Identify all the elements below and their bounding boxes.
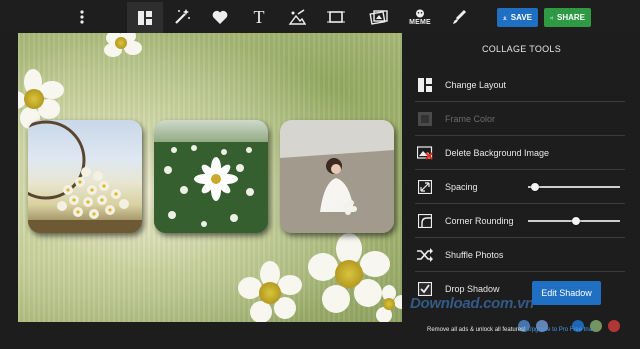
- tool-label: Change Layout: [445, 79, 507, 90]
- pro-link[interactable]: Pro: [559, 327, 568, 333]
- layout-icon: [417, 77, 433, 93]
- magic-wand-icon[interactable]: [168, 4, 196, 30]
- tool-label: Corner Rounding: [445, 215, 514, 226]
- crop-frame-icon[interactable]: [322, 4, 350, 30]
- download-icon: [503, 15, 507, 20]
- tool-label: Shuffle Photos: [445, 249, 504, 260]
- flower-decoration: [100, 33, 144, 59]
- spacing-icon: [417, 179, 433, 195]
- tool-shuffle-photos[interactable]: Shuffle Photos: [415, 238, 625, 272]
- tool-corner-rounding[interactable]: Corner Rounding: [415, 204, 625, 238]
- brush-icon[interactable]: [445, 4, 473, 30]
- collage-photo-daisy-field[interactable]: [154, 120, 268, 233]
- top-toolbar: T MEME SAVE SHARE: [0, 0, 640, 33]
- panel-title: COLLAGE TOOLS: [481, 44, 562, 54]
- image-edit-icon[interactable]: [283, 4, 311, 30]
- delete-image-icon: [417, 145, 433, 161]
- tool-frame-color: Frame Color: [415, 102, 625, 136]
- tool-spacing[interactable]: Spacing: [415, 170, 625, 204]
- save-button[interactable]: SAVE: [497, 8, 538, 27]
- watermark: Download.com.vn: [410, 295, 534, 312]
- collage-photo-daisies-bicycle[interactable]: [28, 120, 142, 233]
- corner-rounding-icon: [417, 213, 433, 229]
- flower-decoration: [238, 261, 302, 322]
- promo-text: Remove all ads & unlock all features!: [427, 327, 526, 333]
- corner-rounding-slider[interactable]: [528, 217, 620, 225]
- edit-shadow-button[interactable]: Edit Shadow: [532, 281, 601, 305]
- photos-icon[interactable]: [365, 4, 393, 30]
- share-icon: [550, 16, 553, 19]
- spacing-slider[interactable]: [528, 183, 620, 191]
- tool-label: Drop Shadow: [445, 284, 500, 294]
- tool-change-layout[interactable]: Change Layout: [415, 68, 625, 102]
- upgrade-link[interactable]: Upgrade to: [527, 327, 557, 333]
- share-label: SHARE: [556, 13, 585, 22]
- layout-icon[interactable]: [127, 2, 163, 33]
- share-button[interactable]: SHARE: [544, 8, 591, 27]
- shuffle-icon: [417, 247, 433, 263]
- text-icon[interactable]: T: [245, 4, 273, 30]
- collage-canvas[interactable]: [18, 33, 402, 322]
- frame-color-icon: [417, 111, 433, 127]
- watermark-dot: [608, 320, 620, 332]
- tool-label: Delete Background Image: [445, 147, 550, 158]
- save-label: SAVE: [510, 13, 532, 22]
- tool-delete-background[interactable]: Delete Background Image: [415, 136, 625, 170]
- flower-decoration: [370, 285, 402, 322]
- heart-icon[interactable]: [206, 4, 234, 30]
- corner-rounding-slider-knob[interactable]: [572, 217, 580, 225]
- collage-photo-girl-on-road[interactable]: [280, 120, 394, 233]
- free-trial-link[interactable]: Free trial: [570, 327, 594, 333]
- upgrade-promo: Remove all ads & unlock all features! Up…: [427, 327, 593, 333]
- meme-icon[interactable]: MEME: [406, 4, 434, 30]
- spacing-slider-knob[interactable]: [531, 183, 539, 191]
- tool-label: Frame Color: [445, 113, 496, 124]
- more-vertical-icon[interactable]: [68, 4, 96, 30]
- tool-label: Spacing: [445, 181, 478, 192]
- collage-editor: T MEME SAVE SHARE COLLAGE TOOLS Change L…: [0, 0, 640, 349]
